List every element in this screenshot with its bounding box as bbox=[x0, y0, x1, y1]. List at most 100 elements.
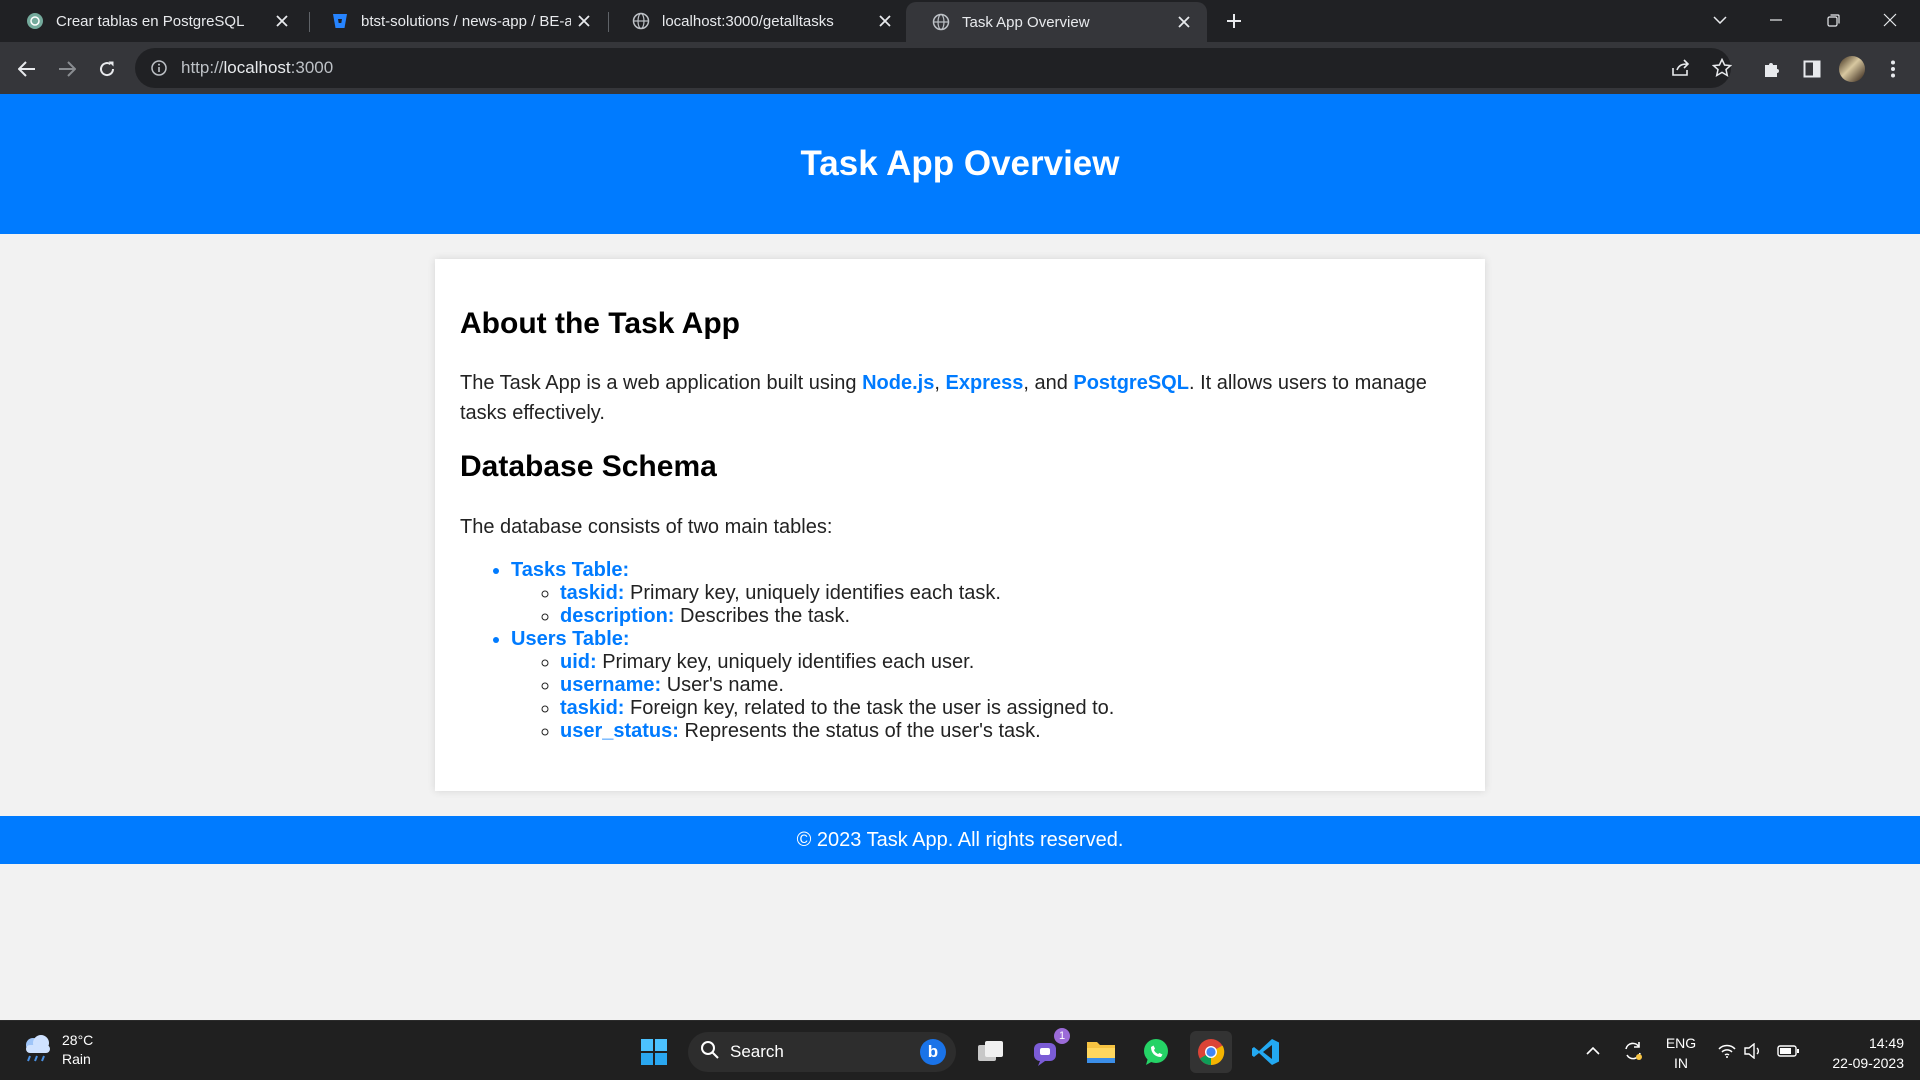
language-indicator[interactable]: ENG IN bbox=[1664, 1033, 1698, 1073]
field-desc: Primary key, uniquely identifies each us… bbox=[596, 651, 975, 673]
field-desc: Describes the task. bbox=[674, 605, 851, 627]
wifi-icon[interactable] bbox=[1716, 1031, 1738, 1071]
tab-title: btst-solutions / news-app / BE-as bbox=[361, 12, 571, 30]
users-table-label: Users Table: bbox=[511, 628, 630, 650]
windows-taskbar: 28°C Rain Search b 1 ENG IN 14:49 22-09-… bbox=[0, 1020, 1920, 1080]
show-hidden-icons-chevron-icon[interactable] bbox=[1582, 1031, 1604, 1071]
url-host: localhost bbox=[223, 58, 291, 77]
address-bar[interactable]: http://localhost:3000 bbox=[135, 48, 1731, 88]
list-item: username: User's name. bbox=[560, 674, 1114, 697]
lang-line2: IN bbox=[1674, 1055, 1688, 1071]
tab-crear-tablas[interactable]: Crear tablas en PostgreSQL bbox=[0, 0, 305, 42]
back-button[interactable] bbox=[10, 52, 44, 86]
minimize-button[interactable] bbox=[1748, 0, 1804, 40]
nodejs-link[interactable]: Node.js bbox=[862, 372, 934, 394]
file-explorer-icon[interactable] bbox=[1080, 1031, 1122, 1073]
new-tab-button[interactable] bbox=[1220, 7, 1248, 35]
field-desc: User's name. bbox=[661, 674, 784, 696]
clock-date: 22-09-2023 bbox=[1832, 1055, 1904, 1071]
field-desc: Primary key, uniquely identifies each ta… bbox=[624, 582, 1001, 604]
close-icon[interactable] bbox=[269, 8, 295, 34]
battery-icon[interactable] bbox=[1776, 1031, 1800, 1071]
list-item: Users Table: uid: Primary key, uniquely … bbox=[511, 628, 1114, 743]
close-icon[interactable] bbox=[571, 8, 597, 34]
volume-icon[interactable] bbox=[1742, 1031, 1764, 1071]
close-window-button[interactable] bbox=[1862, 0, 1918, 40]
tasks-table-label: Tasks Table: bbox=[511, 559, 630, 581]
postgresql-link[interactable]: PostgreSQL bbox=[1073, 372, 1189, 394]
globe-icon bbox=[932, 13, 950, 31]
list-item: taskid: Primary key, uniquely identifies… bbox=[560, 582, 1114, 605]
bing-icon[interactable]: b bbox=[920, 1039, 946, 1065]
list-item: uid: Primary key, uniquely identifies ea… bbox=[560, 651, 1114, 674]
tab-title: Task App Overview bbox=[962, 13, 1090, 31]
weather-desc: Rain bbox=[62, 1051, 91, 1067]
url-port: :3000 bbox=[290, 58, 334, 77]
reload-button[interactable] bbox=[90, 52, 124, 86]
field-key: description: bbox=[560, 605, 675, 627]
about-text-1: The Task App is a web application built … bbox=[460, 372, 863, 394]
share-icon[interactable] bbox=[1662, 49, 1700, 87]
footer-text: © 2023 Task App. All rights reserved. bbox=[796, 828, 1124, 851]
list-item: description: Describes the task. bbox=[560, 605, 1114, 628]
tab-bitbucket[interactable]: btst-solutions / news-app / BE-as bbox=[305, 0, 607, 42]
profile-avatar[interactable] bbox=[1835, 52, 1869, 86]
list-item: Tasks Table: taskid: Primary key, unique… bbox=[511, 559, 1114, 628]
restore-button[interactable] bbox=[1805, 0, 1861, 40]
close-icon[interactable] bbox=[872, 8, 898, 34]
field-key: taskid: bbox=[560, 582, 625, 604]
forward-button[interactable] bbox=[50, 52, 84, 86]
chrome-icon[interactable] bbox=[1190, 1031, 1232, 1073]
tab-title: Crear tablas en PostgreSQL bbox=[56, 12, 245, 30]
schema-intro: The database consists of two main tables… bbox=[460, 516, 833, 538]
avatar bbox=[1839, 56, 1865, 82]
globe-icon bbox=[632, 12, 650, 30]
about-sep-2: , and bbox=[1023, 372, 1074, 394]
system-clock[interactable]: 14:49 22-09-2023 bbox=[1810, 1033, 1904, 1073]
weather-widget[interactable]: 28°C Rain bbox=[20, 1031, 93, 1069]
url-scheme: http:// bbox=[181, 58, 224, 77]
search-icon bbox=[700, 1040, 720, 1065]
field-key: user_status: bbox=[560, 720, 679, 742]
field-key: username: bbox=[560, 674, 662, 696]
page-footer: © 2023 Task App. All rights reserved. bbox=[0, 816, 1920, 864]
tab-getalltasks[interactable]: localhost:3000/getalltasks bbox=[606, 0, 908, 42]
schema-heading: Database Schema bbox=[460, 450, 717, 483]
page-title: Task App Overview bbox=[800, 144, 1120, 183]
tab-task-app-overview[interactable]: Task App Overview bbox=[906, 2, 1207, 42]
tab-search-button[interactable] bbox=[1692, 0, 1748, 40]
weather-temp: 28°C bbox=[62, 1032, 94, 1048]
clock-time: 14:49 bbox=[1868, 1035, 1904, 1051]
field-desc: Foreign key, related to the task the use… bbox=[624, 697, 1115, 719]
sync-icon[interactable] bbox=[1620, 1031, 1646, 1071]
menu-kebab-icon[interactable] bbox=[1876, 52, 1910, 86]
whatsapp-icon[interactable] bbox=[1135, 1031, 1177, 1073]
users-field-list: uid: Primary key, uniquely identifies ea… bbox=[511, 651, 1114, 743]
schema-table-list: Tasks Table: taskid: Primary key, unique… bbox=[460, 559, 1114, 743]
task-view-icon[interactable] bbox=[970, 1031, 1012, 1073]
browser-tab-strip: Crear tablas en PostgreSQL btst-solution… bbox=[0, 0, 1920, 42]
teams-chat-icon[interactable]: 1 bbox=[1025, 1028, 1070, 1073]
chatgpt-icon bbox=[26, 12, 44, 30]
content-card: About the Task App The Task App is a web… bbox=[435, 259, 1485, 791]
field-desc: Represents the status of the user's task… bbox=[678, 720, 1041, 742]
about-paragraph: The Task App is a web application built … bbox=[460, 368, 1460, 428]
about-heading: About the Task App bbox=[460, 307, 740, 340]
start-button[interactable] bbox=[633, 1031, 675, 1073]
page-header: Task App Overview bbox=[0, 94, 1920, 234]
bitbucket-icon bbox=[331, 12, 349, 30]
lang-line1: ENG bbox=[1665, 1035, 1697, 1051]
search-label: Search bbox=[730, 1042, 784, 1061]
extensions-puzzle-icon[interactable] bbox=[1755, 52, 1789, 86]
tasks-field-list: taskid: Primary key, uniquely identifies… bbox=[511, 582, 1114, 628]
field-key: taskid: bbox=[560, 697, 625, 719]
list-item: user_status: Represents the status of th… bbox=[560, 720, 1114, 743]
close-icon[interactable] bbox=[1171, 9, 1197, 35]
taskbar-search[interactable]: Search b bbox=[688, 1032, 956, 1072]
info-icon[interactable] bbox=[149, 58, 169, 78]
express-link[interactable]: Express bbox=[945, 372, 1023, 394]
vscode-icon[interactable] bbox=[1245, 1031, 1287, 1073]
side-panel-icon[interactable] bbox=[1795, 52, 1829, 86]
bookmark-star-icon[interactable] bbox=[1703, 49, 1741, 87]
notification-badge: 1 bbox=[1054, 1028, 1070, 1044]
